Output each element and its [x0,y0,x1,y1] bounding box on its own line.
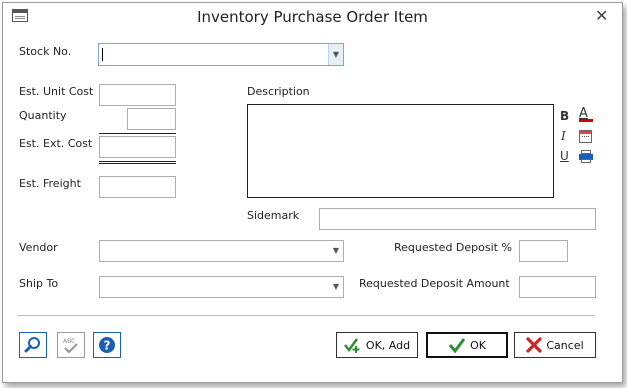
ok-add-label: OK, Add [365,338,411,352]
chevron-down-icon[interactable]: ▼ [329,277,343,297]
chevron-down-icon[interactable]: ▼ [329,241,343,261]
est-freight-label: Est. Freight [19,177,81,190]
check-icon [448,338,466,353]
sidemark-label: Sidemark [247,209,300,222]
ok-label: OK [470,338,486,352]
description-textarea[interactable] [247,104,554,198]
ok-add-button[interactable]: OK, Add [336,332,418,358]
chevron-down-icon[interactable]: ▼ [328,44,343,65]
sidemark-field[interactable] [319,208,596,230]
window-title: Inventory Purchase Order Item [197,8,428,26]
print-icon[interactable] [579,150,593,163]
help-icon: ? [99,337,115,353]
est-ext-cost-field [99,136,176,158]
vendor-label: Vendor [19,241,58,254]
ext-cost-double-underline-bottom [99,163,176,164]
description-label: Description [247,85,310,98]
cancel-button[interactable]: Cancel [514,332,596,358]
ship-to-combo[interactable]: ▼ [99,276,344,298]
underline-icon[interactable]: U [560,149,569,163]
est-unit-cost-field[interactable] [99,84,176,106]
bold-icon[interactable]: B [560,109,569,123]
text-caret [102,48,103,61]
quantity-field[interactable] [127,108,176,130]
vendor-combo[interactable]: ▼ [99,240,344,262]
svg-text:?: ? [104,339,111,353]
ext-cost-double-underline-top [99,161,176,162]
est-freight-field[interactable] [99,176,176,198]
help-button[interactable]: ? [93,332,121,358]
requested-deposit-pct-field[interactable] [519,240,568,262]
cancel-x-icon [526,337,542,353]
insert-date-icon[interactable] [579,130,592,143]
search-icon [24,337,40,353]
close-icon[interactable]: ✕ [595,6,608,25]
search-button[interactable] [19,332,47,358]
check-add-icon [343,338,360,353]
cancel-label: Cancel [546,338,584,352]
requested-deposit-amount-label: Requested Deposit Amount [359,277,510,290]
est-unit-cost-label: Est. Unit Cost [19,85,94,98]
dialog-window: Inventory Purchase Order Item ✕ Stock No… [2,2,623,383]
ok-button[interactable]: OK [426,332,508,358]
est-ext-cost-label: Est. Ext. Cost [19,137,93,150]
requested-deposit-pct-label: Requested Deposit % [394,241,512,254]
requested-deposit-amount-field[interactable] [519,276,596,298]
spell-check-icon: ABC [63,338,78,354]
footer-separator [17,315,595,316]
ship-to-label: Ship To [19,277,59,290]
stock-no-combo[interactable]: ▼ [98,43,344,66]
font-color-icon[interactable]: A [579,106,593,122]
svg-text:ABC: ABC [63,338,75,345]
quantity-label: Quantity [19,109,67,122]
stock-no-label: Stock No. [19,45,72,58]
italic-icon[interactable]: I [561,129,566,143]
spell-check-button[interactable]: ABC [57,332,85,358]
quantity-underline [99,133,176,134]
